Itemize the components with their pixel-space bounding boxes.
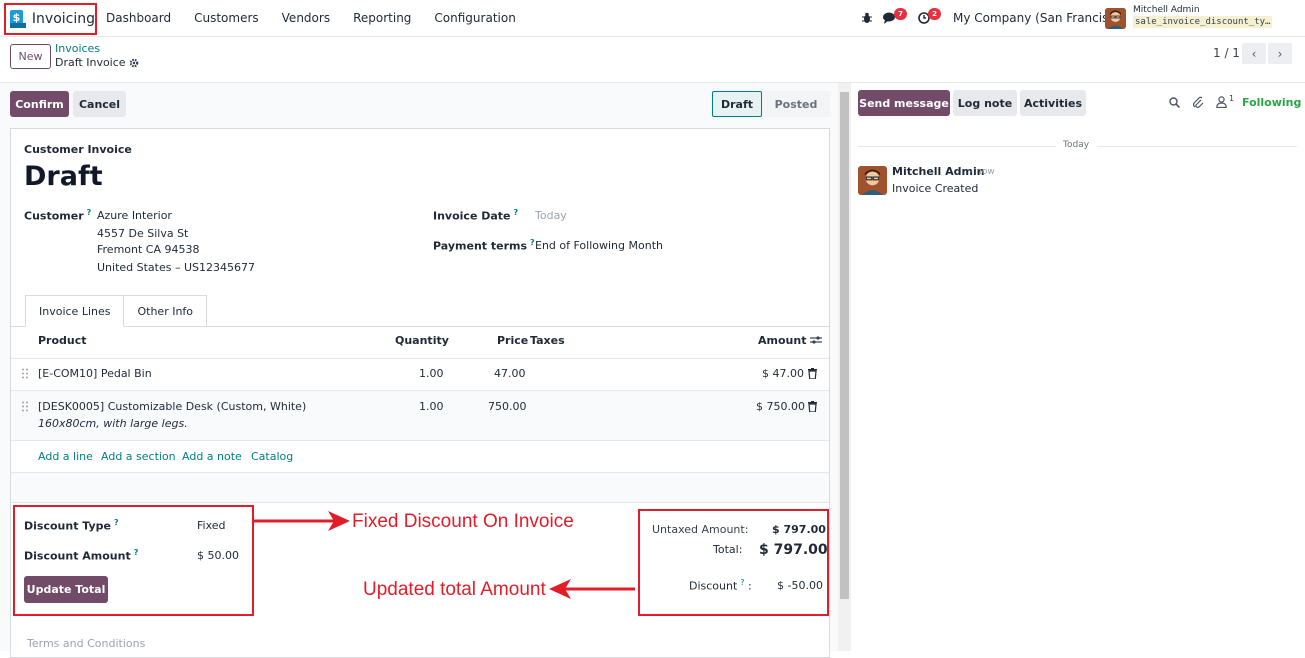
menu-reporting[interactable]: Reporting	[353, 11, 411, 25]
messages-count-badge: 7	[894, 8, 907, 20]
add-line-link[interactable]: Add a line	[38, 450, 93, 463]
menu-dashboard[interactable]: Dashboard	[106, 11, 171, 25]
log-note-button[interactable]: Log note	[953, 90, 1017, 116]
message-body: Invoice Created	[892, 182, 979, 195]
followers-person-icon[interactable]	[1216, 96, 1227, 108]
drag-handle-icon[interactable]	[22, 368, 28, 379]
tab-other-info[interactable]: Other Info	[124, 295, 208, 327]
form-view: Confirm Cancel Draft Posted Customer Inv…	[0, 83, 838, 658]
paperclip-icon[interactable]	[1193, 96, 1204, 109]
line-price[interactable]: 47.00	[494, 367, 526, 380]
activities-count-badge: 2	[928, 8, 941, 20]
status-bar: Draft Posted	[712, 91, 830, 117]
column-settings-icon[interactable]	[810, 335, 822, 345]
menu-customers[interactable]: Customers	[194, 11, 259, 25]
move-type-label: Customer Invoice	[24, 143, 132, 156]
column-quantity[interactable]: Quantity	[395, 334, 449, 347]
send-message-button[interactable]: Send message	[858, 90, 950, 116]
status-posted[interactable]: Posted	[762, 91, 830, 117]
status-draft[interactable]: Draft	[712, 91, 762, 117]
drag-handle-icon[interactable]	[22, 401, 28, 412]
pager-next-button[interactable]: ›	[1268, 43, 1292, 64]
column-taxes[interactable]: Taxes	[530, 334, 565, 347]
user-avatar[interactable]	[1105, 8, 1126, 29]
invoice-date-label: Invoice Date?	[433, 208, 519, 223]
arrow-right-icon	[254, 511, 350, 531]
new-button[interactable]: New	[10, 44, 51, 69]
customer-address-line1: 4557 De Silva St	[97, 227, 189, 240]
table-row[interactable]	[11, 391, 829, 440]
debug-bug-icon[interactable]	[862, 12, 872, 24]
column-amount[interactable]: Amount	[758, 334, 806, 347]
follower-count: 1	[1229, 94, 1235, 103]
column-price[interactable]: Price	[497, 334, 528, 347]
menu-configuration[interactable]: Configuration	[434, 11, 515, 25]
trash-icon[interactable]	[808, 401, 817, 412]
line-quantity[interactable]: 1.00	[419, 367, 444, 380]
add-section-link[interactable]: Add a section	[101, 450, 176, 463]
search-icon[interactable]	[1169, 97, 1180, 108]
menu-vendors[interactable]: Vendors	[282, 11, 330, 25]
line-amount: $ 47.00	[762, 367, 804, 380]
top-navbar: $ Invoicing Dashboard Customers Vendors …	[0, 0, 1305, 37]
payment-terms-label: Payment terms?	[433, 238, 535, 253]
catalog-link[interactable]: Catalog	[251, 450, 293, 463]
chevron-left-icon: ‹	[1251, 46, 1257, 61]
main-menu: Dashboard Customers Vendors Reporting Co…	[106, 11, 539, 25]
form-scrollbar-thumb[interactable]	[840, 92, 849, 599]
tab-invoice-lines[interactable]: Invoice Lines	[25, 295, 125, 327]
message-author-avatar[interactable]	[858, 166, 887, 195]
spacer-row	[11, 473, 829, 503]
app-switcher[interactable]: $ Invoicing	[4, 3, 97, 35]
date-divider-left	[858, 146, 1056, 147]
database-name: sale_invoice_discount_ty…	[1133, 16, 1273, 28]
invoicing-app-icon: $	[10, 10, 26, 28]
line-product[interactable]: [E-COM10] Pedal Bin	[38, 367, 152, 380]
discount-annotation-box	[13, 505, 254, 616]
annotation-fixed-discount: Fixed Discount On Invoice	[352, 511, 574, 532]
invoice-name: Draft	[24, 161, 103, 192]
confirm-button[interactable]: Confirm	[10, 91, 69, 117]
notebook-tabs: Invoice Lines Other Info	[25, 295, 208, 327]
company-switcher[interactable]: My Company (San Francisco)	[953, 11, 1127, 25]
line-quantity[interactable]: 1.00	[419, 400, 444, 413]
cancel-button[interactable]: Cancel	[73, 91, 126, 117]
message-time: - now	[970, 167, 995, 177]
invoice-date-input[interactable]: Today	[535, 209, 567, 222]
annotation-updated-total: Updated total Amount	[363, 579, 546, 600]
gear-icon[interactable]	[129, 58, 139, 68]
chevron-right-icon: ›	[1277, 46, 1283, 61]
customer-label: Customer?	[24, 208, 92, 223]
line-description[interactable]: 160x80cm, with large legs.	[38, 417, 188, 430]
chatter-panel: Send message Log note Activities 1 Follo…	[851, 83, 1305, 651]
breadcrumb-current: Draft Invoice	[55, 56, 139, 69]
user-name: Mitchell Admin	[1133, 5, 1200, 15]
payment-terms-select[interactable]: End of Following Month	[535, 239, 663, 252]
customer-name[interactable]: Azure Interior	[97, 209, 172, 222]
app-name: Invoicing	[31, 11, 95, 27]
control-panel: New Invoices Draft Invoice 1 / 1 ‹ ›	[0, 37, 1305, 83]
row-divider	[11, 440, 829, 441]
breadcrumb-invoices[interactable]: Invoices	[55, 42, 100, 55]
activities-button[interactable]: Activities	[1020, 90, 1086, 116]
date-separator: Today	[1063, 140, 1090, 150]
line-price[interactable]: 750.00	[488, 400, 527, 413]
pager-previous-button[interactable]: ‹	[1242, 43, 1266, 64]
customer-address-line3: United States – US12345677	[97, 261, 256, 274]
totals-annotation-box	[638, 509, 829, 616]
date-divider-right	[1097, 146, 1297, 147]
terms-conditions-field[interactable]: Terms and Conditions	[27, 637, 145, 650]
footer-divider	[11, 502, 829, 503]
trash-icon[interactable]	[808, 368, 817, 379]
arrow-left-icon	[549, 579, 635, 599]
line-amount: $ 750.00	[756, 400, 805, 413]
pager-value[interactable]: 1 / 1	[1213, 46, 1240, 60]
customer-address-line2: Fremont CA 94538	[97, 243, 200, 256]
column-product[interactable]: Product	[38, 334, 87, 347]
add-note-link[interactable]: Add a note	[182, 450, 242, 463]
line-product[interactable]: [DESK0005] Customizable Desk (Custom, Wh…	[38, 400, 306, 413]
breadcrumb-current-label: Draft Invoice	[55, 56, 126, 69]
following-button[interactable]: Following	[1242, 96, 1301, 109]
